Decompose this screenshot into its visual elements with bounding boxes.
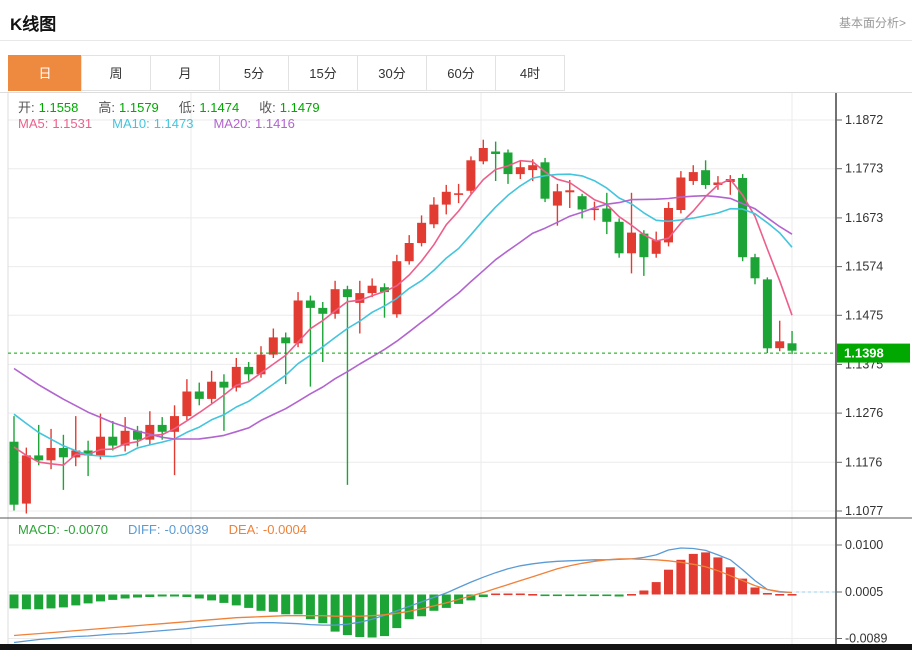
legend-diff-label: DIFF: (128, 522, 161, 537)
candles-layer (10, 140, 797, 514)
svg-text:1.1475: 1.1475 (845, 308, 883, 322)
legend-low: 低:1.1474 (179, 100, 243, 115)
legend-ma10-label: MA10: (112, 116, 150, 131)
legend-diff: DIFF:-0.0039 (128, 522, 213, 537)
tab-15min[interactable]: 15分 (288, 55, 358, 91)
legend-ma20-label: MA20: (213, 116, 251, 131)
legend-close-label: 收: (259, 100, 276, 115)
legend-high-value: 1.1579 (119, 100, 159, 115)
page-title: K线图 (10, 10, 56, 35)
legend-close: 收: 1.1479 (259, 100, 323, 115)
tab-week[interactable]: 周 (81, 55, 151, 91)
svg-text:1.1077: 1.1077 (845, 504, 883, 518)
legend-dea: DEA: -0.0004 (229, 522, 311, 537)
legend-ma10-value: 1.1473 (154, 116, 194, 131)
interval-tabbar: 日周月5分15分30分60分4时 (8, 55, 565, 91)
tab-30min[interactable]: 30分 (357, 55, 427, 91)
tabbar-underline (0, 92, 912, 93)
ma-legend-row: MA5: 1.1531 MA10: 1.1473 MA20: 1.1416 (18, 116, 315, 131)
legend-open-label: 开: (18, 100, 35, 115)
kline-page: 1.18721.17731.16731.15741.14751.13751.12… (0, 0, 912, 652)
legend-open: 开: 1.1558 (18, 100, 82, 115)
legend-low-label: 低: (179, 100, 196, 115)
tab-month[interactable]: 月 (150, 55, 220, 91)
legend-macd-value: -0.0070 (64, 522, 108, 537)
legend-open-value: 1.1558 (39, 100, 79, 115)
legend-low-value: 1.1474 (199, 100, 239, 115)
svg-text:0.0005: 0.0005 (845, 585, 883, 599)
price-gridlines (8, 120, 836, 511)
header-divider (0, 40, 912, 41)
legend-dea-value: -0.0004 (263, 522, 307, 537)
svg-text:1.1276: 1.1276 (845, 406, 883, 420)
macd-histogram (10, 552, 797, 637)
svg-text:1.1872: 1.1872 (845, 113, 883, 127)
legend-dea-label: DEA: (229, 522, 259, 537)
legend-ma10: MA10: 1.1473 (112, 116, 197, 131)
svg-text:-0.0089: -0.0089 (845, 632, 887, 646)
tab-60min[interactable]: 60分 (426, 55, 496, 91)
tab-5min[interactable]: 5分 (219, 55, 289, 91)
price-axis-labels: 1.18721.17731.16731.15741.14751.13751.12… (836, 113, 883, 518)
legend-ma20: MA20: 1.1416 (213, 116, 298, 131)
ma5-line (14, 161, 792, 466)
ohlc-legend-row: 开: 1.1558 高: 1.1579 低:1.1474 收: 1.1479 (18, 97, 340, 116)
svg-text:0.0100: 0.0100 (845, 538, 883, 552)
tab-4hour[interactable]: 4时 (495, 55, 565, 91)
legend-high-label: 高: (98, 100, 115, 115)
legend-ma5: MA5: 1.1531 (18, 116, 96, 131)
ma20-line (14, 196, 792, 439)
legend-ma5-value: 1.1531 (52, 116, 92, 131)
legend-macd-label: MACD: (18, 522, 60, 537)
legend-diff-value: -0.0039 (164, 522, 208, 537)
macd-legend-row: MACD: -0.0070 DIFF:-0.0039 DEA: -0.0004 (18, 522, 327, 537)
svg-text:1.1398: 1.1398 (844, 346, 884, 361)
fundamental-analysis-link[interactable]: 基本面分析> (839, 14, 906, 31)
dea-line (14, 559, 792, 636)
svg-text:1.1673: 1.1673 (845, 211, 883, 225)
current-price-badge: 1.1398 (837, 344, 910, 363)
legend-ma5-label: MA5: (18, 116, 48, 131)
legend-high: 高: 1.1579 (98, 100, 162, 115)
legend-close-value: 1.1479 (280, 100, 320, 115)
bottom-bar (0, 644, 912, 650)
macd-gridlines (8, 545, 836, 639)
svg-text:1.1773: 1.1773 (845, 162, 883, 176)
svg-text:1.1176: 1.1176 (845, 455, 882, 469)
macd-axis-labels: 0.0100 0.0005 -0.0089 (836, 538, 887, 646)
legend-macd: MACD: -0.0070 (18, 522, 112, 537)
svg-text:1.1574: 1.1574 (845, 260, 883, 274)
tab-day[interactable]: 日 (8, 55, 82, 91)
legend-ma20-value: 1.1416 (255, 116, 295, 131)
